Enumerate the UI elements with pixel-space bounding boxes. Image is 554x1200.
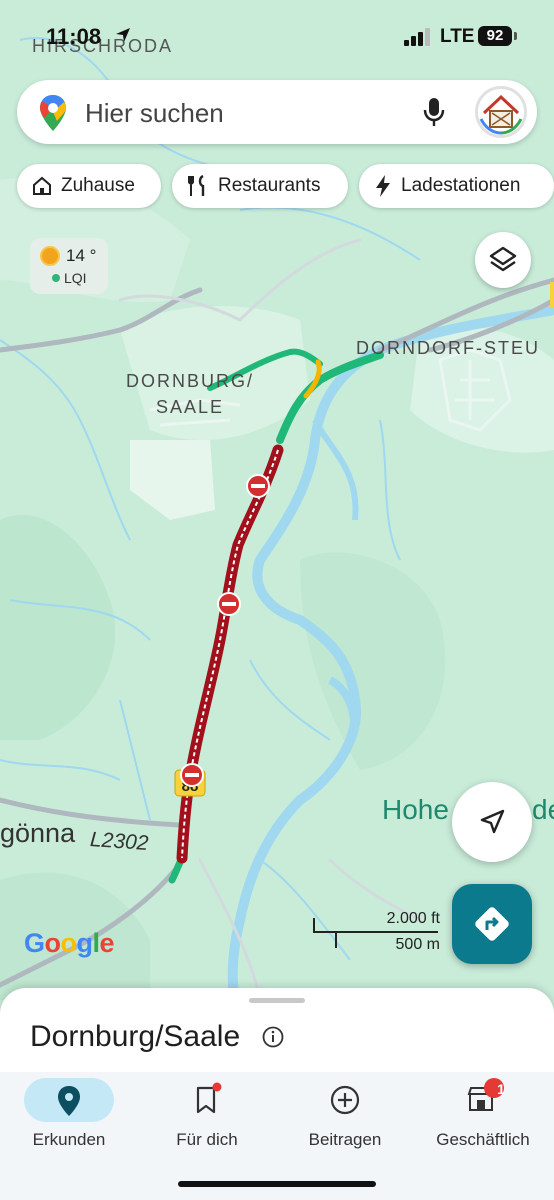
home-icon: [33, 176, 51, 195]
road-closed-icon[interactable]: [246, 474, 270, 498]
weather-widget[interactable]: 14 ° LQI: [30, 238, 108, 294]
bolt-icon: [376, 175, 390, 197]
chip-label: Restaurants: [218, 175, 321, 196]
air-quality-label: LQI: [64, 270, 87, 286]
restaurant-icon: [188, 174, 205, 196]
directions-icon: [475, 907, 509, 941]
chip-label: Ladestationen: [401, 175, 521, 196]
notification-badge: 1: [497, 1081, 505, 1097]
cellular-signal-icon: [404, 28, 430, 46]
my-location-button[interactable]: [452, 782, 532, 862]
map-layers-button[interactable]: [475, 232, 531, 288]
tab-label: Beitragen: [308, 1130, 382, 1149]
scale-imperial: 2.000 ft: [386, 910, 440, 927]
directions-button[interactable]: [452, 884, 532, 964]
battery-icon: 92: [478, 26, 512, 46]
road-closed-icon[interactable]: [217, 592, 241, 616]
weather-temperature: 14 °: [66, 246, 97, 265]
profile-avatar[interactable]: [475, 86, 527, 138]
place-title: Dornburg/Saale: [30, 1020, 241, 1053]
air-quality-dot: [52, 274, 60, 282]
place-label-dorndorf[interactable]: DORNDORF-STEU: [356, 338, 540, 359]
tab-beitragen[interactable]: Beitragen: [290, 1072, 400, 1172]
microphone-icon[interactable]: [421, 96, 447, 128]
place-label-hohe[interactable]: Hohe: [382, 794, 449, 826]
tab-label: Für dich: [176, 1130, 238, 1149]
road-closed-icon[interactable]: [180, 763, 204, 787]
info-icon[interactable]: [262, 1026, 284, 1048]
chip-ladestationen[interactable]: Ladestationen: [359, 164, 554, 208]
google-attribution-logo: Google: [24, 928, 115, 958]
chip-restaurants[interactable]: Restaurants: [172, 164, 348, 208]
place-label-dornburg[interactable]: DORNBURG/ SAALE: [120, 368, 260, 420]
add-circle-icon: [330, 1085, 360, 1115]
tab-geschaeftlich[interactable]: 1 Geschäftlich: [424, 1072, 542, 1172]
sun-icon: [40, 246, 60, 266]
avatar-house-icon: [478, 89, 524, 135]
layers-icon: [489, 246, 517, 272]
home-indicator: [178, 1181, 376, 1187]
explore-pin-icon: [58, 1086, 80, 1116]
place-bottom-sheet[interactable]: Dornburg/Saale Erkunden Für dich Beitrag…: [0, 988, 554, 1200]
bookmark-icon: [196, 1082, 222, 1114]
location-arrow-icon: [116, 28, 130, 42]
tab-erkunden[interactable]: Erkunden: [14, 1072, 124, 1172]
network-type: LTE: [440, 26, 475, 47]
chip-zuhause[interactable]: Zuhause: [17, 164, 161, 208]
search-input[interactable]: Hier suchen: [85, 98, 224, 129]
tab-fuer-dich[interactable]: Für dich: [152, 1072, 262, 1172]
battery-tip: [514, 32, 517, 40]
search-bar[interactable]: Hier suchen: [17, 80, 537, 144]
scale-metric: 500 m: [395, 936, 440, 953]
google-maps-pin-icon: [40, 95, 66, 131]
place-label-gonna[interactable]: gönna: [0, 818, 75, 849]
navigation-arrow-icon: [480, 809, 505, 834]
place-label-hohe-suffix: de: [532, 794, 554, 825]
road-label-l2302: L2302: [89, 827, 150, 856]
clock: 11:08: [46, 24, 102, 49]
tab-label: Geschäftlich: [436, 1130, 530, 1149]
map-scale: 2.000 ft 500 m: [312, 908, 442, 956]
status-bar: 11:08 LTE 92: [0, 0, 554, 70]
tab-label: Erkunden: [32, 1130, 106, 1149]
chip-label: Zuhause: [61, 175, 135, 196]
sheet-drag-handle[interactable]: [249, 998, 305, 1003]
